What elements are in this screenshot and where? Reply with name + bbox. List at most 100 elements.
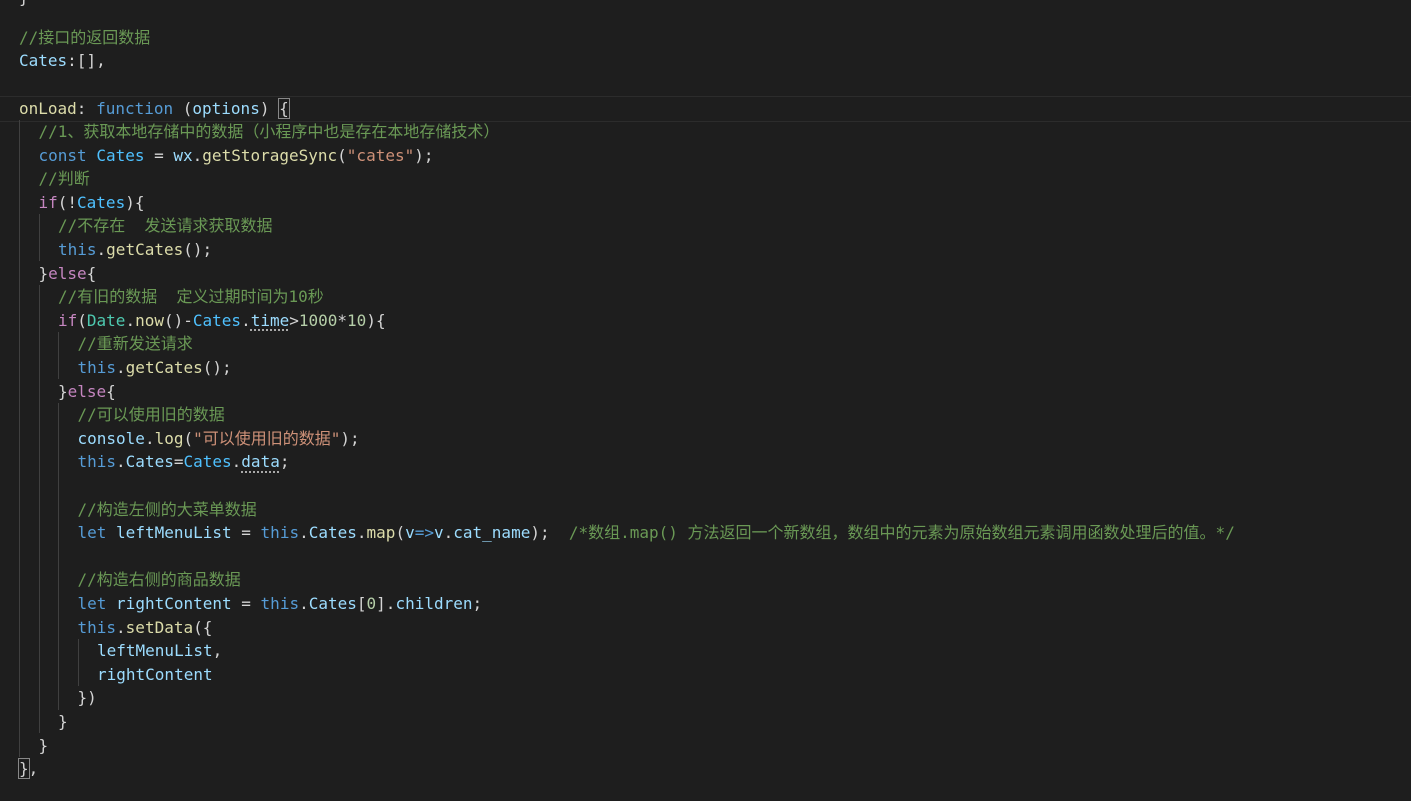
code-line[interactable]: if(Date.now()-Cates.time>1000*10){ <box>0 309 1411 333</box>
code-line[interactable] <box>0 545 1411 569</box>
indent-guide <box>19 119 20 758</box>
code-token: if <box>58 310 78 330</box>
code-token: = <box>144 145 174 165</box>
code-comment: //判断 <box>38 169 90 189</box>
code-line[interactable]: Cates:[], <box>0 49 1411 73</box>
code-token: v <box>405 523 415 543</box>
code-token: . <box>356 523 367 543</box>
code-token: rightContent <box>97 664 213 684</box>
code-token: this <box>77 357 117 377</box>
code-token: map <box>366 523 396 543</box>
code-line[interactable]: //不存在 发送请求获取数据 <box>0 214 1411 238</box>
code-comment: //可以使用旧的数据 <box>77 405 225 425</box>
code-token: "cates" <box>346 145 415 165</box>
indent-guide <box>38 214 40 262</box>
code-token: if <box>38 192 58 212</box>
code-token: . <box>96 239 107 259</box>
code-token: this <box>77 452 117 472</box>
code-token: = <box>231 523 261 543</box>
code-token: const <box>38 145 87 165</box>
code-line[interactable]: //重新发送请求 <box>0 332 1411 356</box>
code-line[interactable] <box>0 474 1411 498</box>
code-token: this <box>58 239 97 259</box>
code-token: (); <box>183 239 213 259</box>
code-token: { <box>86 263 97 283</box>
code-line[interactable]: this.setData({ <box>0 616 1411 640</box>
code-line[interactable]: const Cates = wx.getStorageSync("cates")… <box>0 144 1411 168</box>
code-token: Cates <box>308 523 357 543</box>
code-line[interactable]: } <box>0 710 1411 734</box>
code-token: . <box>443 523 454 543</box>
code-token: console <box>77 428 145 448</box>
code-token: time <box>250 310 290 330</box>
code-token: ){ <box>125 192 145 212</box>
code-line[interactable]: //有旧的数据 定义过期时间为10秒 <box>0 285 1411 309</box>
code-line[interactable]: rightContent <box>0 663 1411 687</box>
code-token: ]. <box>376 593 396 613</box>
code-token: leftMenuList <box>97 641 213 661</box>
code-token: ()- <box>163 310 193 330</box>
code-token: function <box>96 99 174 119</box>
code-token: Cates <box>308 593 357 613</box>
code-line[interactable]: if(!Cates){ <box>0 191 1411 215</box>
code-token: ( <box>337 145 347 165</box>
code-token: options <box>192 99 260 119</box>
code-line[interactable]: leftMenuList, <box>0 639 1411 663</box>
code-comment: //构造左侧的大菜单数据 <box>77 499 257 519</box>
code-line[interactable]: let leftMenuList = this.Cates.map(v=>v.c… <box>0 521 1411 545</box>
code-line[interactable]: //判断 <box>0 167 1411 191</box>
code-token: getCates <box>125 357 203 377</box>
code-token: else <box>67 381 107 401</box>
code-token: . <box>116 617 126 637</box>
code-token: ); <box>414 145 434 165</box>
code-token: > <box>289 310 299 330</box>
code-token: . <box>125 310 136 330</box>
code-line[interactable]: onLoad: function (options) { <box>0 96 1411 122</box>
code-comment: //有旧的数据 定义过期时间为10秒 <box>58 287 324 307</box>
code-line[interactable]: let rightContent = this.Cates[0].childre… <box>0 592 1411 616</box>
code-token: . <box>299 593 309 613</box>
code-line[interactable]: }) <box>0 686 1411 710</box>
code-token: } <box>38 263 49 283</box>
code-line[interactable]: } <box>0 734 1411 758</box>
code-comment: //构造右侧的商品数据 <box>77 570 241 590</box>
code-line[interactable]: }else{ <box>0 262 1411 286</box>
code-token: this <box>260 593 300 613</box>
code-token: . <box>192 145 203 165</box>
code-line[interactable]: }else{ <box>0 380 1411 404</box>
code-token: : <box>76 99 97 119</box>
code-token: Cates <box>19 51 68 71</box>
code-token: this <box>77 617 117 637</box>
code-line[interactable]: //构造左侧的大菜单数据 <box>0 498 1411 522</box>
code-token: }) <box>77 688 97 708</box>
code-line[interactable]: this.getCates(); <box>0 238 1411 262</box>
code-line[interactable]: //1、获取本地存储中的数据（小程序中也是存在本地存储技术） <box>0 120 1411 144</box>
code-line[interactable]: this.getCates(); <box>0 356 1411 380</box>
code-token: now <box>135 310 164 330</box>
code-line[interactable]: //构造右侧的商品数据 <box>0 568 1411 592</box>
code-line[interactable]: //可以使用旧的数据 <box>0 403 1411 427</box>
code-line[interactable]: }, <box>0 757 1411 781</box>
code-token: , <box>28 759 39 779</box>
code-token: onLoad <box>19 99 77 119</box>
code-token: "可以使用旧的数据" <box>193 428 341 448</box>
code-token: ){ <box>366 310 386 330</box>
code-fragment-top: } <box>19 0 29 8</box>
code-line[interactable] <box>0 73 1411 97</box>
code-token: 1000 <box>298 310 338 330</box>
code-token: { <box>106 381 116 401</box>
code-token: log <box>154 428 184 448</box>
code-token: Cates <box>96 145 145 165</box>
code-line[interactable]: console.log("可以使用旧的数据"); <box>0 427 1411 451</box>
code-line[interactable]: this.Cates=Cates.data; <box>0 450 1411 474</box>
code-token: ({ <box>193 617 213 637</box>
code-token: [ <box>356 593 367 613</box>
code-token: data <box>241 452 280 472</box>
indent-guide <box>38 285 40 734</box>
code-token: } <box>18 758 30 780</box>
code-token: getStorageSync <box>202 145 338 165</box>
code-editor[interactable]: } //接口的返回数据Cates:[],onLoad: function (op… <box>0 0 1411 801</box>
indent-guide <box>77 639 79 687</box>
code-token: { <box>278 98 290 120</box>
code-line[interactable]: //接口的返回数据 <box>0 26 1411 50</box>
